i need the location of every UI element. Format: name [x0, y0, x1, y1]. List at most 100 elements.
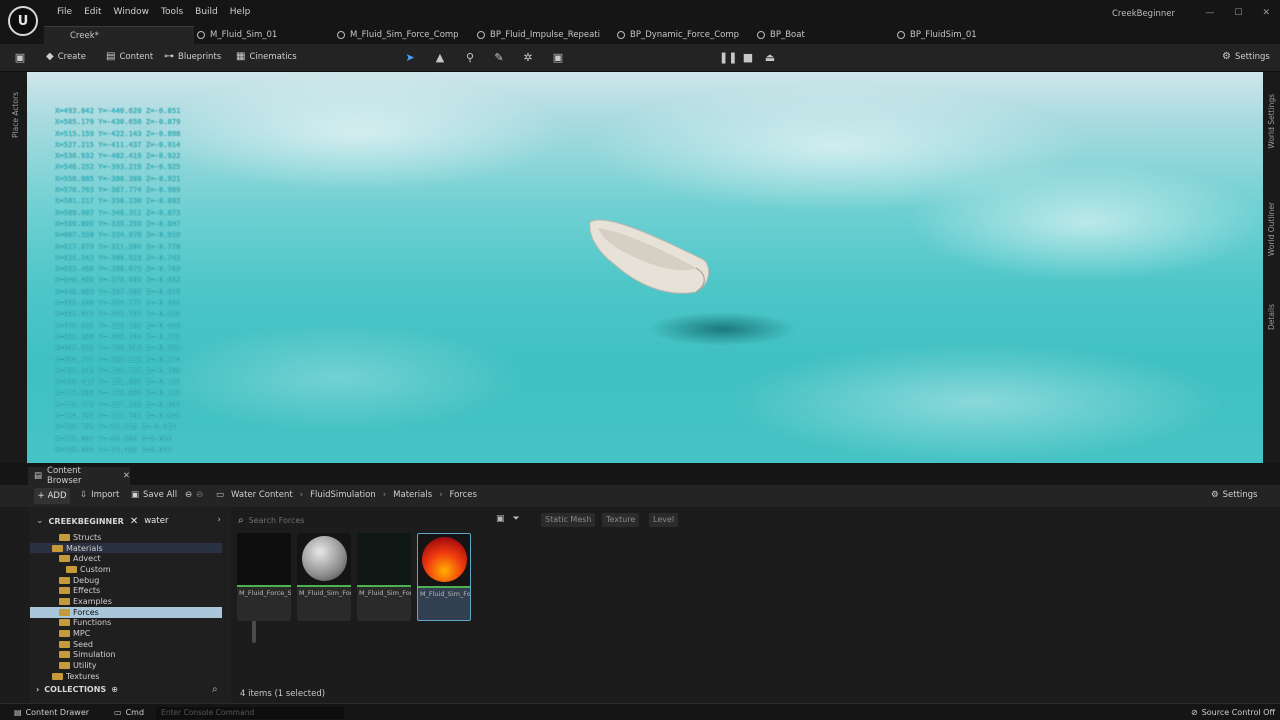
tree-root-label[interactable]: CREEKBEGINNER	[49, 517, 124, 526]
tab-bp-fluidsim-01[interactable]: BP_FluidSim_01	[897, 26, 977, 44]
tab-bp-dynamic-force-comp[interactable]: BP_Dynamic_Force_Comp	[617, 26, 739, 44]
folder-tree: Structs Materials Advect Custom Debug Effects…	[30, 532, 222, 682]
settings-label: Settings	[1234, 51, 1270, 62]
blueprints-button[interactable]: ⊶ Blueprints	[164, 51, 221, 62]
history-back-button[interactable]: ⊖ ⊖	[185, 490, 203, 500]
filter-chip-level[interactable]: Level	[649, 513, 679, 527]
asset-tile[interactable]: M_Fluid_Force_SkelMesh	[237, 533, 291, 621]
menu-edit[interactable]: Edit	[78, 7, 107, 17]
asset-search-input[interactable]: ⌕ Search Forces	[238, 513, 494, 527]
asset-tile[interactable]: M_Fluid_Sim_Force_Component	[357, 533, 411, 621]
landscape-mode-icon[interactable]: ▲	[432, 50, 448, 66]
tree-item-structs[interactable]: Structs	[30, 532, 222, 543]
create-icon: ◆	[46, 51, 54, 62]
add-label: ADD	[47, 491, 67, 501]
breadcrumb-item[interactable]: Materials	[393, 490, 432, 500]
filter-chip-static-mesh[interactable]: Static Mesh	[541, 513, 596, 527]
asset-tile-selected[interactable]: M_Fluid_Sim_Force_Impulse	[417, 533, 471, 621]
breadcrumb-item[interactable]: FluidSimulation	[310, 490, 376, 500]
content-button[interactable]: ▤ Content	[106, 51, 153, 62]
clear-filter-icon[interactable]: ✕	[130, 516, 138, 527]
content-browser-tab[interactable]: ▤ Content Browser ✕	[28, 466, 130, 486]
menu-help[interactable]: Help	[224, 7, 257, 17]
import-button[interactable]: ⇩ Import	[80, 490, 119, 500]
eject-icon[interactable]: ⏏	[762, 50, 778, 66]
log-line: X=617.679 Y=-311.594 Z=-0.778	[55, 241, 181, 251]
tree-item-simulation[interactable]: Simulation	[30, 650, 222, 661]
tree-item-forces[interactable]: Forces	[30, 606, 222, 618]
menu-file[interactable]: File	[51, 7, 78, 17]
cmd-button[interactable]: ▭ Cmd	[114, 708, 144, 717]
chevron-down-icon[interactable]: ⌄	[36, 516, 44, 526]
breadcrumb-item[interactable]: Water Content	[231, 490, 293, 500]
tree-item-seed[interactable]: Seed	[30, 639, 222, 650]
fracture-mode-icon[interactable]: ▣	[550, 50, 566, 66]
tab-creek[interactable]: Creek*	[44, 26, 194, 44]
level-viewport[interactable]: X=493.042 Y=-440.620 Z=-0.851 X=505.179 Y…	[27, 72, 1263, 463]
tab-m-fluid-sim-01[interactable]: M_Fluid_Sim_01	[197, 26, 277, 44]
cinematics-button[interactable]: ▦ Cinematics	[236, 51, 297, 62]
add-button[interactable]: + ADD	[34, 488, 70, 504]
content-drawer-button[interactable]: ▤ Content Drawer	[14, 708, 89, 717]
tree-item-utility[interactable]: Utility	[30, 660, 222, 671]
tree-item-mpc[interactable]: MPC	[30, 628, 222, 639]
tab-bp-boat[interactable]: BP_Boat	[757, 26, 805, 44]
console-command-input[interactable]: Enter Console Command	[156, 707, 344, 719]
chevron-right-icon[interactable]: ›	[217, 515, 221, 525]
close-tab-icon[interactable]: ✕	[123, 471, 130, 481]
folder-icon: ▭	[216, 490, 225, 500]
blueprint-icon	[617, 31, 625, 39]
asset-label: M_Fluid_Force_SkelMesh	[239, 589, 291, 597]
log-line: X=607.350 Y=-324.978 Z=-0.819	[55, 230, 181, 240]
menu-tools[interactable]: Tools	[155, 7, 189, 17]
boat-mesh[interactable]	[584, 212, 724, 312]
place-actors-label[interactable]: Place Actors	[11, 92, 20, 138]
tree-item-functions[interactable]: Functions	[30, 618, 222, 629]
menu-window[interactable]: Window	[108, 7, 156, 17]
asset-tile[interactable]: M_Fluid_Sim_Force_Boat_Component	[297, 533, 351, 621]
status-bar: ▤ Content Drawer ▭ Cmd Enter Console Com…	[0, 703, 1280, 720]
path-filter-input[interactable]: water	[144, 516, 204, 526]
menu-build[interactable]: Build	[189, 7, 224, 17]
save-icon[interactable]: ▣	[12, 50, 28, 66]
tree-item-examples[interactable]: Examples	[30, 596, 222, 607]
tab-bp-fluid-impulse-repeati[interactable]: BP_Fluid_Impulse_Repeati	[477, 26, 600, 44]
world-outliner-tab[interactable]: World Outliner	[1267, 202, 1276, 256]
select-mode-icon[interactable]: ➤	[402, 50, 418, 66]
foliage-mode-icon[interactable]: ⚲	[462, 50, 478, 66]
save-all-button[interactable]: ▣ Save All	[131, 490, 177, 500]
close-icon[interactable]: ✕	[1262, 8, 1270, 18]
place-actors-strip[interactable]: Place Actors	[0, 72, 27, 463]
forward-icon[interactable]: ⊖	[196, 490, 203, 500]
filter-chip-texture[interactable]: Texture	[602, 513, 640, 527]
water-highlight	[147, 322, 527, 432]
tree-item-advect[interactable]: Advect	[30, 553, 222, 564]
cb-settings-button[interactable]: ⚙ Settings	[1211, 490, 1258, 500]
pause-icon[interactable]: ❚❚	[719, 50, 737, 66]
search-icon[interactable]: ⌕	[212, 684, 218, 695]
filter-icon[interactable]: ⏷	[513, 514, 520, 524]
tree-item-effects[interactable]: Effects	[30, 585, 222, 596]
maximize-icon[interactable]: ☐	[1234, 8, 1242, 18]
create-button[interactable]: ◆ Create	[46, 51, 86, 62]
tree-item-custom[interactable]: Custom	[30, 564, 222, 575]
stop-icon[interactable]: ■	[740, 50, 756, 66]
world-settings-tab[interactable]: World Settings	[1267, 94, 1276, 149]
details-tab[interactable]: Details	[1267, 304, 1276, 330]
tree-item-debug[interactable]: Debug	[30, 575, 222, 586]
add-collection-icon[interactable]: ⊕	[111, 685, 118, 694]
source-control-button[interactable]: ⊘ Source Control Off	[1191, 708, 1275, 717]
collections-header[interactable]: › COLLECTIONS ⊕	[30, 681, 231, 697]
log-line: X=515.159 Y=-422.143 Z=-0.898	[55, 128, 181, 138]
modeling-mode-icon[interactable]: ✲	[520, 50, 536, 66]
minimize-icon[interactable]: —	[1205, 8, 1214, 18]
tree-item-materials[interactable]: Materials	[30, 542, 222, 554]
tab-m-fluid-sim-force-comp[interactable]: M_Fluid_Sim_Force_Comp	[337, 26, 459, 44]
log-line: X=581.217 Y=-356.230 Z=-0.892	[55, 196, 181, 206]
paint-mode-icon[interactable]: ✎	[491, 50, 507, 66]
asset-thumbnail	[237, 533, 291, 585]
unreal-logo-icon[interactable]: U	[8, 6, 38, 36]
settings-button[interactable]: ⚙ Settings	[1222, 51, 1270, 62]
save-search-icon[interactable]: ▣	[496, 514, 505, 524]
breadcrumb-item[interactable]: Forces	[450, 490, 477, 500]
